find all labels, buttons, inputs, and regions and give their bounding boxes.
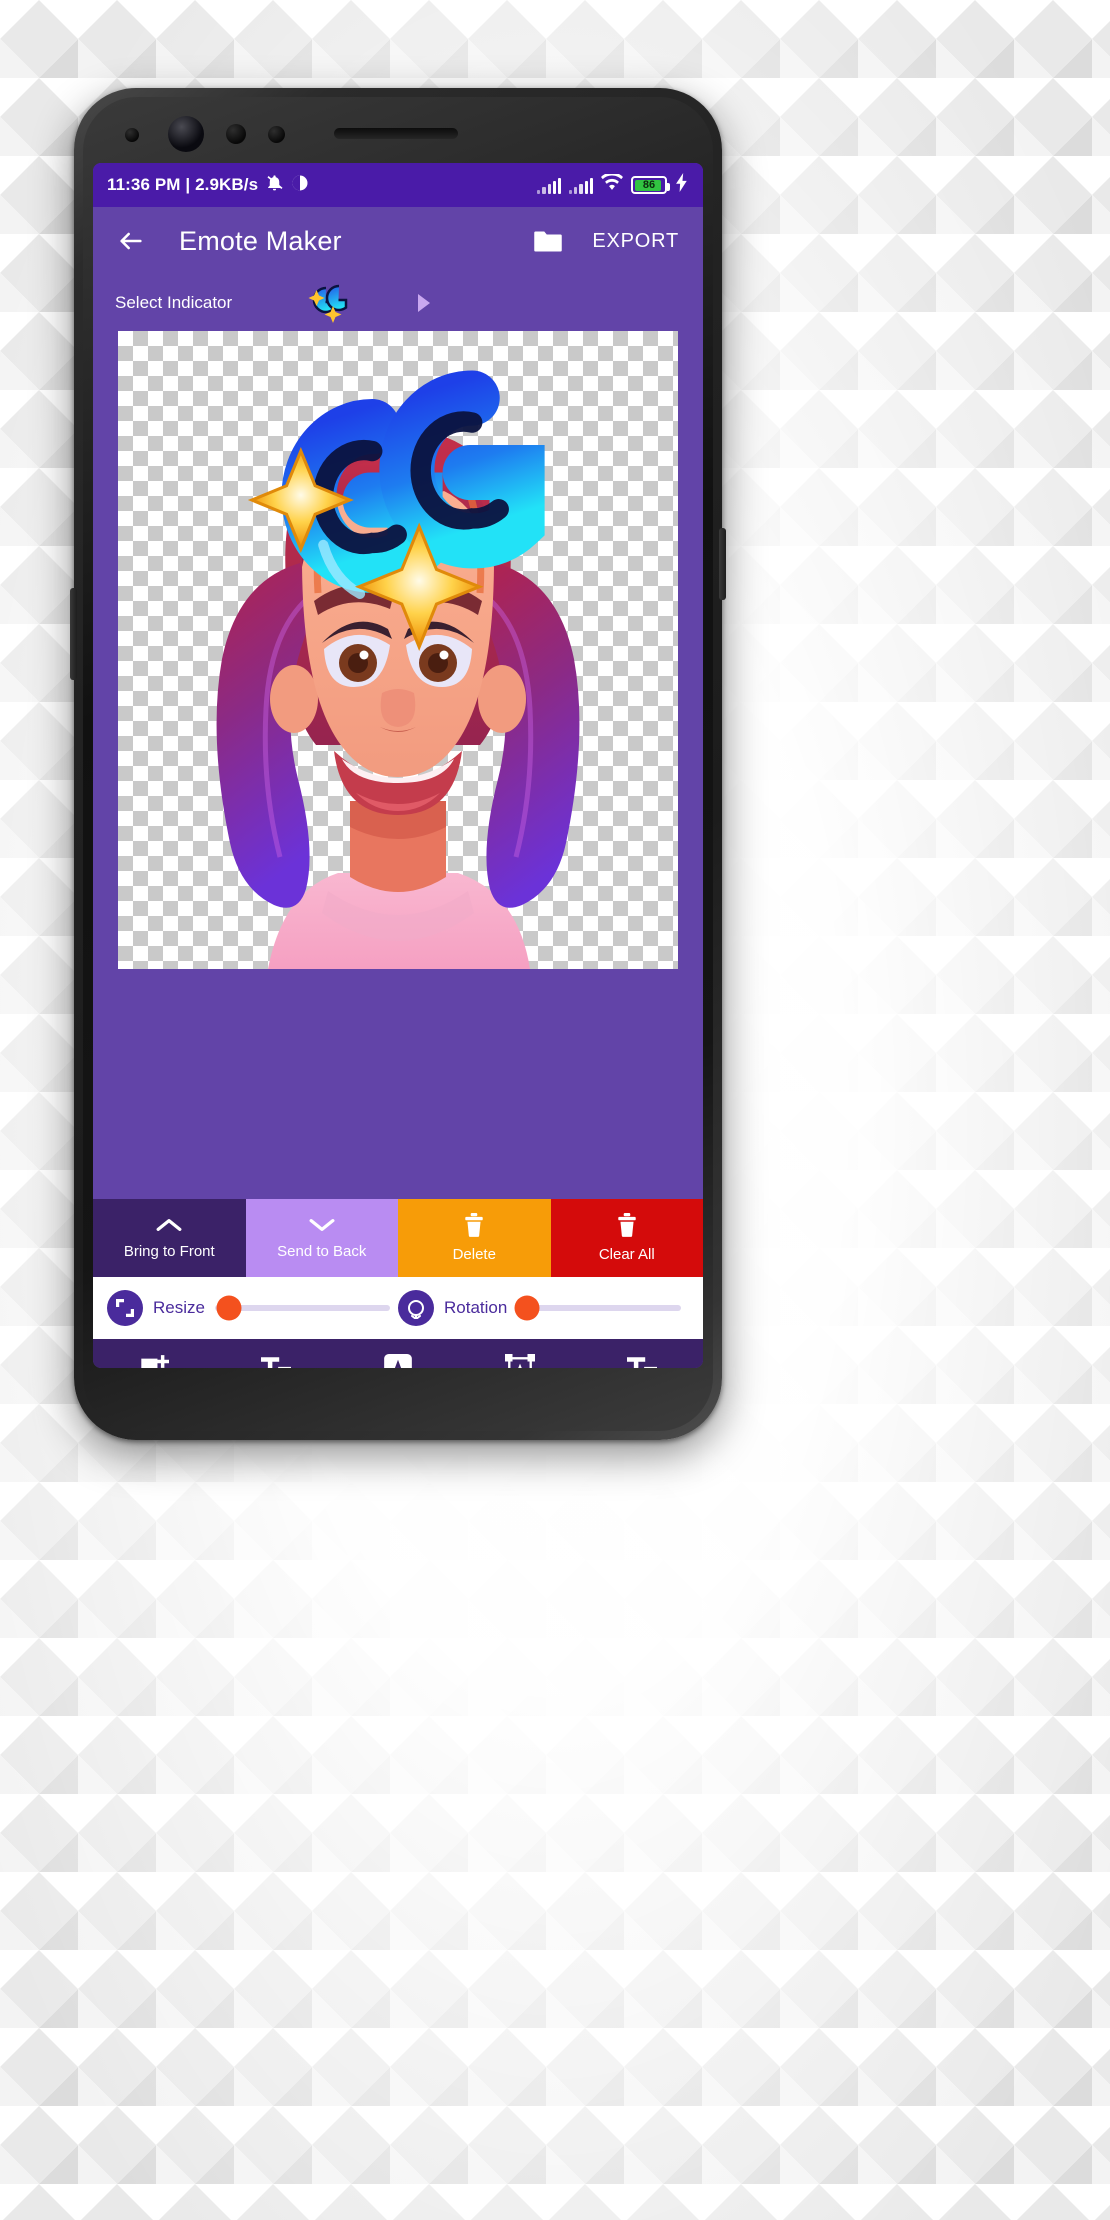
bottom-toolbar: Add images Text Edit Fonts Assets	[93, 1339, 703, 1368]
canvas-filler-space	[93, 969, 703, 1199]
mute-bell-icon	[265, 173, 284, 197]
battery-percent: 86	[642, 179, 656, 191]
assets-button[interactable]: Assets	[459, 1354, 581, 1368]
status-time-network: 11:36 PM | 2.9KB/s	[107, 175, 259, 194]
sensor-icon	[226, 124, 246, 144]
rotation-slider-track[interactable]	[514, 1295, 681, 1321]
device-hardware-top	[74, 88, 722, 163]
wifi-icon	[601, 172, 623, 196]
signal-icon	[569, 177, 593, 194]
text-format-icon	[261, 1355, 291, 1368]
play-arrow-icon[interactable]	[418, 294, 431, 312]
bring-to-front-label: Bring to Front	[123, 1243, 215, 1260]
canvas-artwork[interactable]	[118, 331, 678, 969]
signal-icon	[537, 177, 562, 194]
fonts-button[interactable]: Fonts	[337, 1354, 459, 1368]
rotation-icon[interactable]	[398, 1290, 434, 1326]
font-a-icon	[384, 1354, 412, 1368]
send-to-back-label: Send to Back	[277, 1243, 367, 1260]
rotation-label: Rotation	[444, 1298, 508, 1317]
front-camera-icon	[168, 116, 204, 152]
export-button[interactable]: EXPORT	[574, 222, 685, 261]
gg-emote-thumbnail[interactable]	[302, 280, 356, 326]
phone-device-frame: 11:36 PM | 2.9KB/s 86 Emote Maker EXPORT…	[70, 88, 726, 1440]
status-bar-left: 11:36 PM | 2.9KB/s	[107, 173, 309, 197]
battery-icon: 86	[631, 176, 670, 194]
sensor-icon	[268, 126, 285, 143]
page-title: Emote Maker	[179, 225, 342, 256]
app-bar: Emote Maker EXPORT	[93, 207, 703, 275]
clear-all-label: Clear All	[598, 1246, 655, 1263]
status-bar-right: 86	[537, 172, 689, 197]
status-bar: 11:36 PM | 2.9KB/s 86	[93, 163, 703, 207]
charging-bolt-icon	[675, 173, 689, 197]
assets-frame-icon	[505, 1354, 535, 1368]
clear-all-button[interactable]: Clear All	[550, 1199, 703, 1277]
phone-screen: 11:36 PM | 2.9KB/s 86 Emote Maker EXPORT…	[93, 163, 703, 1368]
resize-slider-group: Resize	[107, 1290, 398, 1326]
folder-icon[interactable]	[526, 221, 570, 261]
select-indicator-label: Select Indicator	[115, 293, 233, 312]
earpiece-speaker	[334, 128, 458, 139]
editor-canvas[interactable]	[118, 331, 678, 969]
send-to-back-button[interactable]: Send to Back	[245, 1199, 398, 1277]
transform-slider-row: Resize Rotation	[93, 1277, 703, 1339]
power-button[interactable]	[719, 528, 726, 600]
bring-to-front-button[interactable]: Bring to Front	[93, 1199, 246, 1277]
resize-label: Resize	[153, 1298, 205, 1317]
select-indicator-row[interactable]: Select Indicator	[93, 275, 703, 331]
resize-icon[interactable]	[107, 1290, 143, 1326]
chevron-down-icon	[309, 1216, 335, 1239]
trash-icon	[616, 1213, 638, 1242]
delete-button[interactable]: Delete	[398, 1199, 551, 1277]
rotation-slider-group: Rotation	[398, 1290, 689, 1326]
layer-action-row: Bring to Front Send to Back Delete Clear…	[93, 1199, 703, 1277]
canvas-area	[93, 331, 703, 969]
back-arrow-icon[interactable]	[111, 221, 151, 261]
chevron-up-icon	[156, 1216, 182, 1239]
text-format-icon	[627, 1355, 657, 1368]
rotation-slider-thumb[interactable]	[514, 1295, 540, 1321]
text-edit-button[interactable]: Text Edit	[215, 1355, 337, 1368]
add-text-button[interactable]: Add text	[581, 1355, 703, 1368]
sensor-icon	[125, 128, 139, 142]
trash-icon	[463, 1213, 485, 1242]
contrast-icon	[291, 174, 309, 197]
resize-slider-thumb[interactable]	[216, 1295, 242, 1321]
add-images-button[interactable]: Add images	[93, 1354, 215, 1368]
volume-button[interactable]	[70, 588, 77, 680]
resize-slider-track[interactable]	[214, 1295, 390, 1321]
delete-label: Delete	[452, 1246, 496, 1263]
add-image-icon	[139, 1354, 169, 1368]
